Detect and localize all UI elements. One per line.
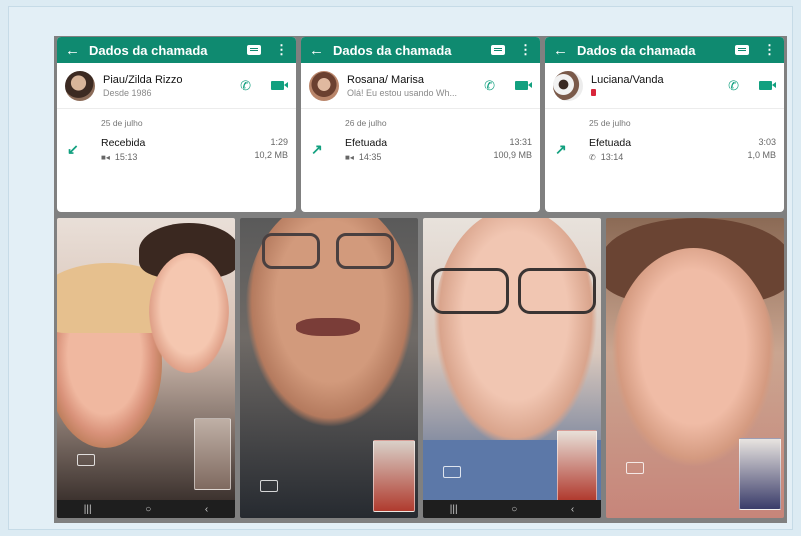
recent-apps-icon[interactable]: ||| <box>450 504 458 515</box>
switch-camera-icon[interactable] <box>77 454 95 466</box>
call-duration: 13:31 <box>509 137 532 147</box>
contact-status: Desde 1986 <box>103 87 152 98</box>
app-bar: ← Dados da chamada ⋮ <box>301 37 540 63</box>
more-options-icon[interactable]: ⋮ <box>763 42 776 58</box>
video-call-screenshot-4 <box>606 218 784 518</box>
contact-row[interactable]: Rosana/ Marisa Olá! Eu estou usando Wh..… <box>301 63 540 109</box>
voice-call-icon[interactable]: ✆ <box>484 78 495 94</box>
call-duration: 3:03 <box>758 137 776 147</box>
app-bar-title: Dados da chamada <box>89 42 208 58</box>
glasses-lens <box>262 233 320 269</box>
avatar[interactable] <box>309 70 339 101</box>
glasses-lens <box>431 268 509 314</box>
self-view-thumbnail[interactable] <box>194 418 231 490</box>
avatar[interactable] <box>65 70 95 101</box>
caller-face <box>433 218 598 448</box>
switch-camera-icon[interactable] <box>626 462 644 474</box>
call-entry: ↙ Recebida ■◂ 15:13 1:29 10,2 MB <box>57 135 296 162</box>
contact-row[interactable]: Piau/Zilda Rizzo Desde 1986 ✆ <box>57 63 296 109</box>
home-icon[interactable]: ○ <box>511 504 517 515</box>
contact-status: Olá! Eu estou usando Wh... <box>347 87 458 98</box>
outgoing-call-arrow-icon: ↗ <box>555 141 567 157</box>
android-nav-bar: ||| ○ ‹ <box>57 500 235 518</box>
caller-face <box>149 253 229 373</box>
data-usage: 10,2 MB <box>254 150 288 160</box>
video-call-small-icon: ■◂ <box>345 153 354 162</box>
contact-name: Luciana/Vanda <box>591 73 664 86</box>
video-call-icon[interactable] <box>271 81 288 90</box>
message-icon[interactable] <box>491 45 505 55</box>
video-call-screenshot-2 <box>240 218 418 518</box>
figure-frame: ← Dados da chamada ⋮ Piau/Zilda Rizzo De… <box>8 6 793 530</box>
glasses-lens <box>336 233 394 269</box>
app-bar-title: Dados da chamada <box>333 42 452 58</box>
video-call-icon[interactable] <box>759 81 776 90</box>
call-entry: ↗ Efetuada ■◂ 14:35 13:31 100,9 MB <box>301 135 540 162</box>
android-nav-bar: ||| ○ ‹ <box>423 500 601 518</box>
data-usage: 100,9 MB <box>493 150 532 160</box>
call-direction: Recebida <box>101 137 146 149</box>
recent-apps-icon[interactable]: ||| <box>84 504 92 515</box>
switch-camera-icon[interactable] <box>260 480 278 492</box>
back-arrow-icon[interactable]: ← <box>309 42 333 59</box>
app-bar: ← Dados da chamada ⋮ <box>57 37 296 63</box>
video-call-icon[interactable] <box>515 81 532 90</box>
voice-call-icon[interactable]: ✆ <box>240 78 251 94</box>
app-bar-title: Dados da chamada <box>577 42 696 58</box>
call-details-card-3: ← Dados da chamada ⋮ Luciana/Vanda ✆ 25 … <box>545 37 784 212</box>
call-time: 13:14 <box>600 152 624 162</box>
contact-status-emoji <box>591 88 728 98</box>
more-options-icon[interactable]: ⋮ <box>275 42 288 58</box>
self-view-thumbnail[interactable] <box>373 440 415 512</box>
back-arrow-icon[interactable]: ← <box>65 42 89 59</box>
contact-name: Rosana/ Marisa <box>347 73 425 86</box>
call-direction: Efetuada <box>589 137 632 149</box>
outgoing-call-arrow-icon: ↗ <box>311 141 323 157</box>
home-icon[interactable]: ○ <box>145 504 151 515</box>
self-view-thumbnail[interactable] <box>557 430 597 502</box>
message-icon[interactable] <box>247 45 261 55</box>
call-details-card-2: ← Dados da chamada ⋮ Rosana/ Marisa Olá!… <box>301 37 540 212</box>
avatar[interactable] <box>553 70 583 101</box>
app-bar: ← Dados da chamada ⋮ <box>545 37 784 63</box>
screenshot-collage: ← Dados da chamada ⋮ Piau/Zilda Rizzo De… <box>54 36 787 523</box>
voice-call-icon[interactable]: ✆ <box>728 78 739 94</box>
call-date: 26 de julho <box>345 118 387 128</box>
video-call-screenshot-3: ||| ○ ‹ <box>423 218 601 518</box>
contact-row[interactable]: Luciana/Vanda ✆ <box>545 63 784 109</box>
call-duration: 1:29 <box>270 137 288 147</box>
call-time: 14:35 <box>358 152 382 162</box>
video-call-small-icon: ■◂ <box>101 153 110 162</box>
more-options-icon[interactable]: ⋮ <box>519 42 532 58</box>
contact-name: Piau/Zilda Rizzo <box>103 73 183 86</box>
switch-camera-icon[interactable] <box>443 466 461 478</box>
video-call-screenshot-1: ||| ○ ‹ <box>57 218 235 518</box>
nav-back-icon[interactable]: ‹ <box>571 504 574 515</box>
call-direction: Efetuada <box>345 137 388 149</box>
data-usage: 1,0 MB <box>747 150 776 160</box>
call-details-card-1: ← Dados da chamada ⋮ Piau/Zilda Rizzo De… <box>57 37 296 212</box>
call-entry: ↗ Efetuada ✆ 13:14 3:03 1,0 MB <box>545 135 784 162</box>
call-time: 15:13 <box>114 152 138 162</box>
caller-face <box>611 248 776 468</box>
call-date: 25 de julho <box>589 118 631 128</box>
self-view-thumbnail[interactable] <box>739 438 781 510</box>
mouth <box>296 318 360 336</box>
nav-back-icon[interactable]: ‹ <box>205 504 208 515</box>
call-date: 25 de julho <box>101 118 143 128</box>
glasses-lens <box>518 268 596 314</box>
voice-call-small-icon: ✆ <box>589 153 596 162</box>
incoming-call-arrow-icon: ↙ <box>67 141 79 157</box>
message-icon[interactable] <box>735 45 749 55</box>
back-arrow-icon[interactable]: ← <box>553 42 577 59</box>
